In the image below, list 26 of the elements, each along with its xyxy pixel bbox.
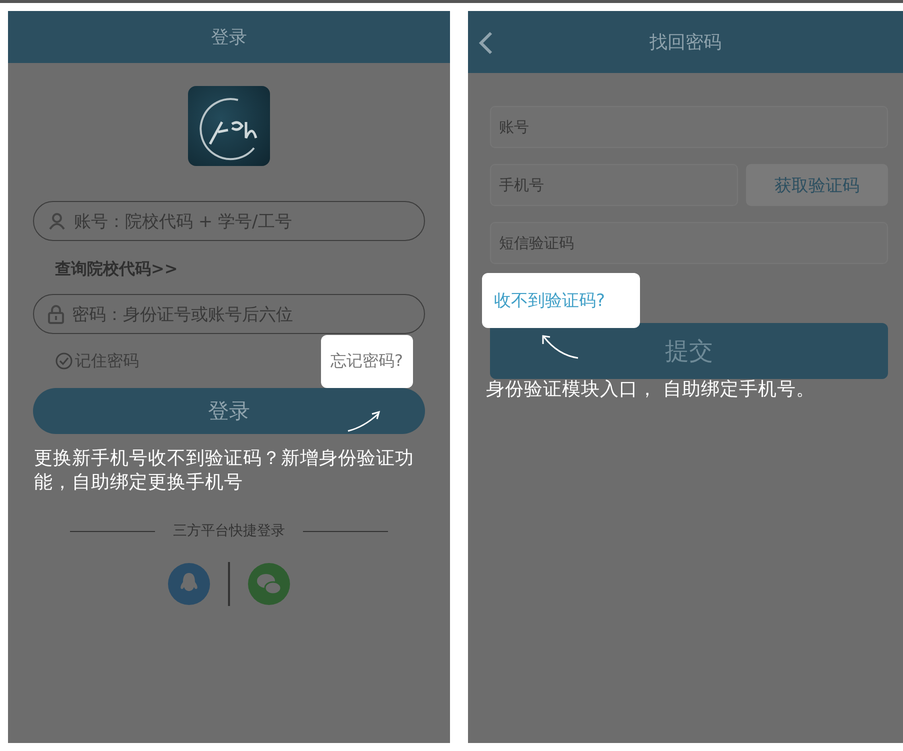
no-code-link[interactable]: 收不到验证码? [482, 273, 640, 328]
login-button[interactable]: 登录 [33, 388, 425, 434]
checked-circle-icon[interactable] [55, 352, 73, 370]
forgot-password-link[interactable]: 忘记密码? [320, 334, 413, 388]
get-code-button[interactable]: 获取验证码 [746, 164, 888, 206]
user-icon [48, 212, 66, 230]
screen-title: 找回密码 [650, 31, 722, 54]
sms-code-field[interactable]: 短信验证码 [490, 222, 888, 264]
placeholder-text: 短信验证码 [499, 234, 574, 252]
tutorial-hint-text: 更换新手机号收不到验证码？新增身份验证功能，自助绑定更换手机号 [34, 447, 415, 496]
lock-icon [48, 304, 64, 324]
chat-bubbles-icon[interactable] [248, 563, 290, 605]
curved-arrow-icon [346, 409, 382, 433]
back-chevron-icon[interactable] [478, 31, 494, 55]
screen-title: 登录 [211, 26, 247, 49]
submit-button[interactable]: 提交 [490, 323, 888, 379]
third-party-login-label: 三方平台快捷登录 [173, 522, 285, 540]
curved-arrow-icon [540, 333, 580, 361]
placeholder-text: 手机号 [499, 176, 544, 194]
app-logo-icon [188, 86, 270, 166]
school-code-link[interactable]: 查询院校代码>> [55, 259, 178, 280]
account-field[interactable]: 账号 [490, 106, 888, 148]
phone-field[interactable]: 手机号 [490, 164, 738, 206]
placeholder-text: 账号 [499, 118, 529, 136]
tutorial-hint-text: 身份验证模块入口， 自助绑定手机号。 [486, 378, 815, 402]
penguin-icon[interactable] [168, 563, 210, 605]
